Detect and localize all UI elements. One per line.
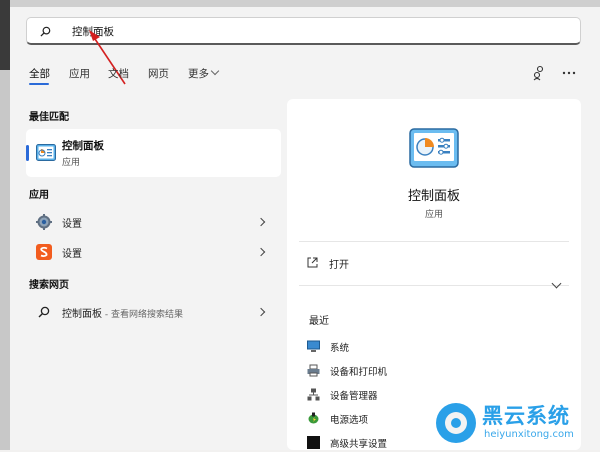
active-tab-indicator [29, 83, 49, 85]
power-options-icon [308, 412, 319, 424]
divider [299, 241, 569, 242]
web-result-label: 控制面板 - 查看网络搜索结果 [62, 305, 183, 320]
divider [299, 285, 569, 286]
detail-title: 控制面板 [407, 189, 460, 204]
best-match-name: 控制面板 [62, 140, 104, 152]
app-result-label: 设置 [62, 249, 82, 260]
open-external-icon [307, 257, 318, 268]
app-result-settings-2[interactable]: 设置 [26, 238, 281, 266]
recent-item[interactable]: 系统 [307, 338, 507, 356]
watermark-circle-icon [436, 403, 476, 443]
watermark-title: 黑云系统 [482, 404, 570, 428]
gear-icon [36, 214, 52, 230]
web-result-query: 控制面板 [62, 309, 102, 320]
background-window-edge-dark [0, 0, 10, 70]
more-options-icon[interactable] [560, 64, 578, 82]
tab-apps[interactable]: 应用 [69, 66, 90, 81]
web-result-suffix: - 查看网络搜索结果 [102, 310, 183, 320]
chevron-right-icon[interactable] [256, 217, 266, 227]
account-switch-icon[interactable] [531, 64, 549, 82]
system-icon [307, 340, 320, 352]
open-label: 打开 [329, 260, 349, 271]
recent-item-label: 高级共享设置 [330, 439, 388, 450]
chevron-down-icon[interactable] [551, 278, 562, 289]
sharing-settings-icon [307, 436, 320, 449]
open-action[interactable]: 打开 [307, 255, 557, 273]
app-result-settings[interactable]: 设置 [26, 208, 281, 236]
recent-item-label: 系统 [330, 343, 350, 354]
web-search-heading: 搜索网页 [29, 280, 69, 291]
tab-more[interactable]: 更多 [188, 66, 220, 81]
best-match-result[interactable]: 控制面板 应用 [26, 129, 281, 177]
sogou-s-icon [36, 244, 52, 260]
tab-web[interactable]: 网页 [148, 66, 169, 81]
best-match-type: 应用 [62, 158, 81, 168]
search-icon [38, 306, 50, 318]
watermark-url: heiyunxitong.com [484, 429, 574, 440]
tab-more-label: 更多 [188, 68, 209, 80]
recent-item-label: 电源选项 [330, 415, 369, 426]
recent-heading: 最近 [309, 316, 329, 327]
app-result-label: 设置 [62, 219, 82, 230]
tab-documents[interactable]: 文档 [108, 66, 129, 81]
best-match-heading: 最佳匹配 [29, 112, 69, 123]
selection-indicator [26, 145, 29, 161]
control-panel-icon [36, 144, 56, 161]
recent-item[interactable]: 设备和打印机 [307, 362, 507, 380]
detail-subtitle: 应用 [424, 210, 443, 220]
background-window-strip [0, 0, 600, 7]
control-panel-icon [409, 128, 459, 168]
printer-icon [307, 364, 320, 377]
search-icon [40, 26, 51, 37]
device-manager-icon [307, 388, 320, 401]
recent-item-label: 设备管理器 [330, 391, 378, 402]
web-search-result[interactable]: 控制面板 - 查看网络搜索结果 [26, 298, 281, 326]
tab-all[interactable]: 全部 [29, 66, 50, 81]
chevron-right-icon[interactable] [256, 247, 266, 257]
chevron-down-icon [210, 66, 220, 76]
chevron-right-icon[interactable] [256, 307, 266, 317]
apps-heading: 应用 [29, 190, 49, 201]
watermark-dot [451, 418, 461, 428]
watermark-logo: 黑云系统 heiyunxitong.com [430, 398, 600, 450]
recent-item-label: 设备和打印机 [330, 367, 388, 378]
